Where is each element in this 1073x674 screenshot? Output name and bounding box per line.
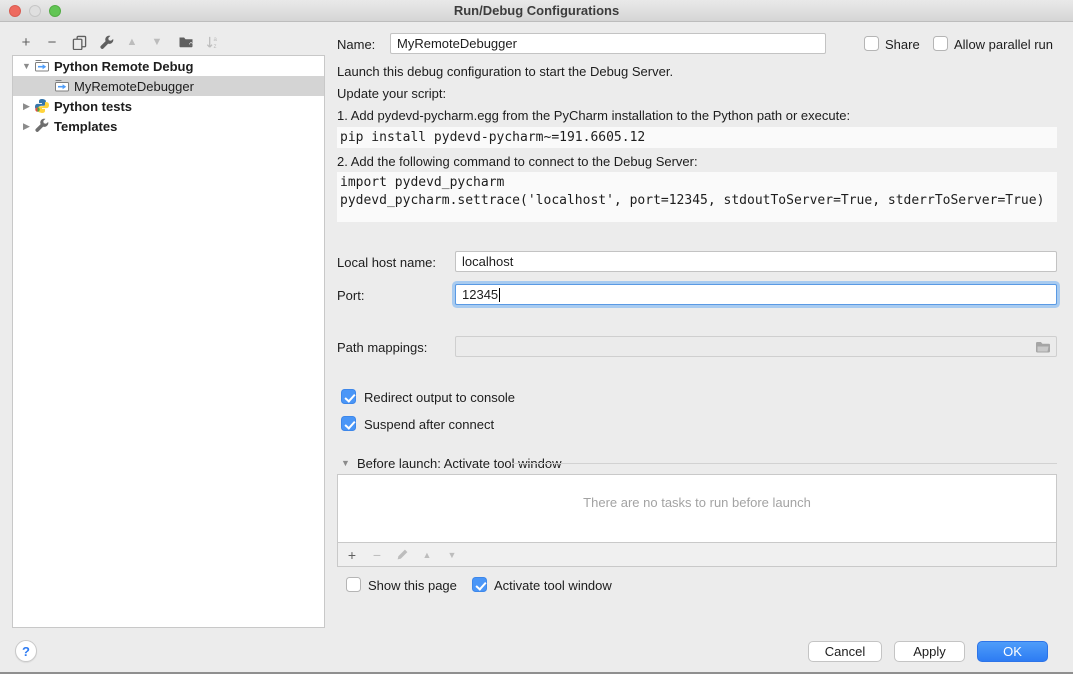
allow-parallel-run-label[interactable]: Allow parallel run [954, 37, 1053, 52]
instruction-step1: 1. Add pydevd-pycharm.egg from the PyCha… [337, 108, 850, 123]
task-list-toolbar: + − ▲ ▼ [337, 543, 1057, 567]
edit-task-icon [394, 547, 410, 563]
empty-task-list-text: There are no tasks to run before launch [338, 495, 1056, 510]
name-input[interactable]: MyRemoteDebugger [390, 33, 826, 54]
local-host-name-label: Local host name: [337, 255, 436, 270]
collapse-section-icon[interactable]: ▼ [341, 458, 350, 468]
tree-item-templates[interactable]: ▶ Templates [13, 116, 324, 136]
share-label[interactable]: Share [885, 37, 920, 52]
move-down-icon: ▼ [147, 32, 167, 52]
name-label: Name: [337, 37, 375, 52]
tree-item-label: Templates [54, 119, 117, 134]
section-divider [512, 463, 1057, 464]
new-folder-icon[interactable] [176, 32, 196, 52]
show-this-page-checkbox[interactable] [346, 577, 361, 592]
apply-button[interactable]: Apply [894, 641, 965, 662]
edit-templates-icon[interactable] [96, 32, 116, 52]
title-bar: Run/Debug Configurations [0, 0, 1073, 22]
settrace-code-block: import pydevd_pycharm pydevd_pycharm.set… [337, 172, 1057, 222]
remote-debug-icon [54, 78, 70, 94]
redirect-output-checkbox[interactable] [341, 389, 356, 404]
svg-text:z: z [213, 43, 216, 50]
tree-item-label: Python Remote Debug [54, 59, 193, 74]
name-value: MyRemoteDebugger [397, 36, 517, 51]
add-task-icon[interactable]: + [344, 547, 360, 563]
chevron-right-icon[interactable]: ▶ [21, 121, 32, 132]
window-title: Run/Debug Configurations [0, 3, 1073, 18]
suspend-after-connect-label[interactable]: Suspend after connect [364, 417, 494, 432]
pip-command-code: pip install pydevd-pycharm~=191.6605.12 [337, 127, 1057, 148]
tree-item-python-tests[interactable]: ▶ Python tests [13, 96, 324, 116]
configuration-tree: ▼ Python Remote Debug MyRe [12, 55, 325, 628]
tree-item-python-remote-debug[interactable]: ▼ Python Remote Debug [13, 56, 324, 76]
python-tests-icon [34, 98, 50, 114]
instruction-intro: Launch this debug configuration to start… [337, 64, 673, 79]
cancel-button[interactable]: Cancel [808, 641, 882, 662]
code-line-1: import pydevd_pycharm [340, 175, 504, 190]
port-input[interactable]: 12345 [455, 284, 1057, 305]
port-label: Port: [337, 288, 364, 303]
remove-configuration-icon[interactable]: − [42, 32, 62, 52]
run-debug-configurations-dialog: Run/Debug Configurations + − ▲ ▼ a z ▼ [0, 0, 1073, 674]
tree-item-label: MyRemoteDebugger [74, 79, 194, 94]
move-up-icon: ▲ [122, 32, 142, 52]
copy-configuration-icon[interactable] [69, 32, 89, 52]
tree-item-my-remote-debugger[interactable]: MyRemoteDebugger [13, 76, 324, 96]
remove-task-icon: − [369, 547, 385, 563]
share-checkbox[interactable] [864, 36, 879, 51]
tree-item-label: Python tests [54, 99, 132, 114]
svg-text:a: a [213, 36, 217, 43]
redirect-output-label[interactable]: Redirect output to console [364, 390, 515, 405]
local-host-name-input[interactable]: localhost [455, 251, 1057, 272]
activate-tool-window-checkbox[interactable] [472, 577, 487, 592]
help-button[interactable]: ? [15, 640, 37, 662]
local-host-name-value: localhost [462, 254, 513, 269]
port-value: 12345 [462, 287, 498, 302]
browse-folder-icon[interactable] [1035, 339, 1051, 358]
text-cursor [499, 288, 500, 302]
chevron-down-icon[interactable]: ▼ [21, 61, 32, 71]
allow-parallel-run-checkbox[interactable] [933, 36, 948, 51]
path-mappings-input[interactable] [455, 336, 1057, 357]
sort-alphabetically-icon: a z [202, 32, 222, 52]
wrench-icon [34, 118, 50, 134]
add-configuration-icon[interactable]: + [16, 32, 36, 52]
remote-debug-icon [34, 58, 50, 74]
suspend-after-connect-checkbox[interactable] [341, 416, 356, 431]
chevron-right-icon[interactable]: ▶ [21, 101, 32, 112]
before-launch-task-list[interactable]: There are no tasks to run before launch [337, 474, 1057, 543]
instruction-step2: 2. Add the following command to connect … [337, 154, 698, 169]
code-line-2: pydevd_pycharm.settrace('localhost', por… [340, 193, 1044, 208]
ok-button[interactable]: OK [977, 641, 1048, 662]
activate-tool-window-label[interactable]: Activate tool window [494, 578, 612, 593]
path-mappings-label: Path mappings: [337, 340, 427, 355]
move-task-down-icon: ▼ [444, 547, 460, 563]
instruction-update: Update your script: [337, 86, 446, 101]
move-task-up-icon: ▲ [419, 547, 435, 563]
show-this-page-label[interactable]: Show this page [368, 578, 457, 593]
